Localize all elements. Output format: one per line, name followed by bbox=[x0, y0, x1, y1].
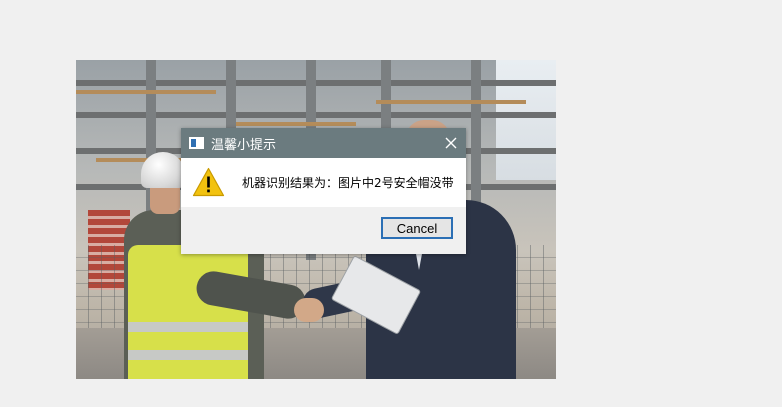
safety-helmet bbox=[141, 152, 185, 188]
warning-icon bbox=[192, 167, 225, 197]
dialog-titlebar[interactable]: 温馨小提示 bbox=[181, 128, 466, 158]
scaffold-plank bbox=[376, 100, 526, 104]
close-button[interactable] bbox=[436, 128, 466, 158]
vest-reflective-stripe bbox=[128, 350, 248, 360]
close-icon bbox=[445, 137, 457, 149]
scaffold-plank bbox=[236, 122, 356, 126]
photo-sky bbox=[496, 60, 556, 180]
window-icon bbox=[189, 137, 204, 149]
alert-dialog: 温馨小提示 机器识别结果为：图片中2号安全帽没带 Cancel bbox=[181, 128, 466, 254]
dialog-message: 机器识别结果为：图片中2号安全帽没带 bbox=[242, 176, 454, 190]
dialog-title: 温馨小提示 bbox=[211, 137, 277, 153]
dialog-content: 机器识别结果为：图片中2号安全帽没带 bbox=[181, 158, 466, 207]
cancel-button[interactable]: Cancel bbox=[381, 217, 453, 239]
handshake bbox=[294, 298, 324, 322]
scaffold-plank bbox=[76, 90, 216, 94]
dialog-footer: Cancel bbox=[181, 207, 466, 254]
vest-reflective-stripe bbox=[128, 322, 248, 332]
